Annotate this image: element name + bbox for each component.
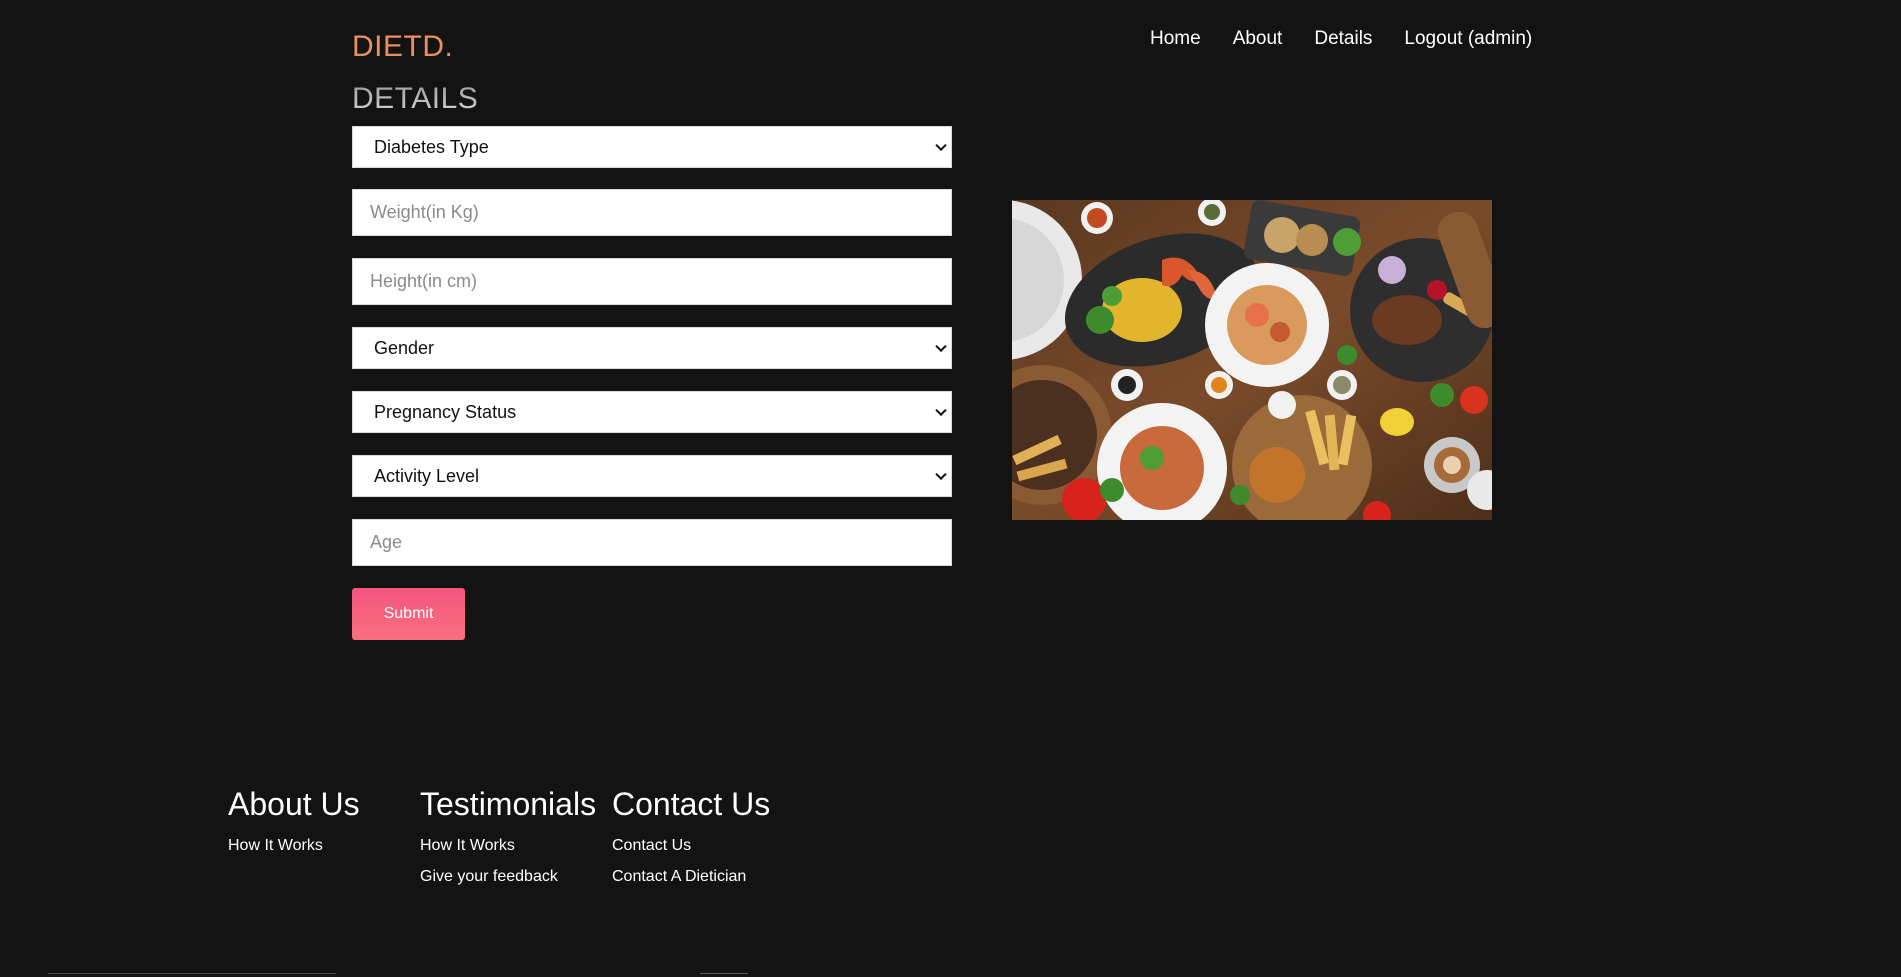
- footer-link-contact-us[interactable]: Contact Us: [612, 837, 770, 855]
- footer-about: About Us How It Works: [228, 786, 360, 855]
- page-title: DETAILS: [352, 82, 479, 115]
- chevron-down-icon: [935, 404, 947, 417]
- age-input[interactable]: Age: [352, 519, 952, 566]
- activity-level-value: Activity Level: [374, 465, 480, 486]
- nav-about[interactable]: About: [1233, 28, 1283, 50]
- height-placeholder: Height(in cm): [370, 271, 478, 291]
- top-nav: Home About Details Logout (admin): [1150, 28, 1532, 50]
- diabetes-type-value: Diabetes Type: [374, 136, 489, 157]
- height-input[interactable]: Height(in cm): [352, 258, 952, 305]
- footer-about-heading: About Us: [228, 786, 360, 822]
- food-illustration: [1012, 200, 1492, 520]
- footer-link-how-it-works[interactable]: How It Works: [228, 837, 360, 855]
- age-placeholder: Age: [370, 532, 403, 552]
- footer-contact-heading: Contact Us: [612, 786, 771, 822]
- diabetes-type-select[interactable]: Diabetes Type: [352, 126, 952, 168]
- chevron-down-icon: [935, 468, 947, 481]
- food-image: [1012, 200, 1492, 520]
- footer-link-how-it-works[interactable]: How It Works: [420, 837, 596, 855]
- weight-placeholder: Weight(in Kg): [370, 202, 479, 222]
- footer-link-contact-dietician[interactable]: Contact A Dietician: [612, 868, 770, 886]
- brand-logo[interactable]: DIETD.: [352, 30, 453, 64]
- footer-link-feedback[interactable]: Give your feedback: [420, 868, 596, 886]
- submit-button[interactable]: Submit: [352, 588, 465, 640]
- gender-select[interactable]: Gender: [352, 327, 952, 369]
- nav-logout[interactable]: Logout (admin): [1404, 28, 1532, 50]
- gender-value: Gender: [374, 337, 435, 358]
- activity-level-select[interactable]: Activity Level: [352, 455, 952, 497]
- chevron-down-icon: [935, 340, 947, 353]
- footer-contact: Contact Us Contact Us Contact A Dieticia…: [612, 786, 770, 886]
- nav-details[interactable]: Details: [1314, 28, 1372, 50]
- weight-input[interactable]: Weight(in Kg): [352, 189, 952, 236]
- pregnancy-status-value: Pregnancy Status: [374, 401, 517, 422]
- pregnancy-status-select[interactable]: Pregnancy Status: [352, 391, 952, 433]
- footer-testimonials-heading: Testimonials: [420, 786, 597, 822]
- nav-home[interactable]: Home: [1150, 28, 1201, 50]
- footer-divider: [48, 973, 336, 974]
- footer-testimonials: Testimonials How It Works Give your feed…: [420, 786, 596, 886]
- footer-divider: [700, 973, 748, 974]
- chevron-down-icon: [935, 139, 947, 152]
